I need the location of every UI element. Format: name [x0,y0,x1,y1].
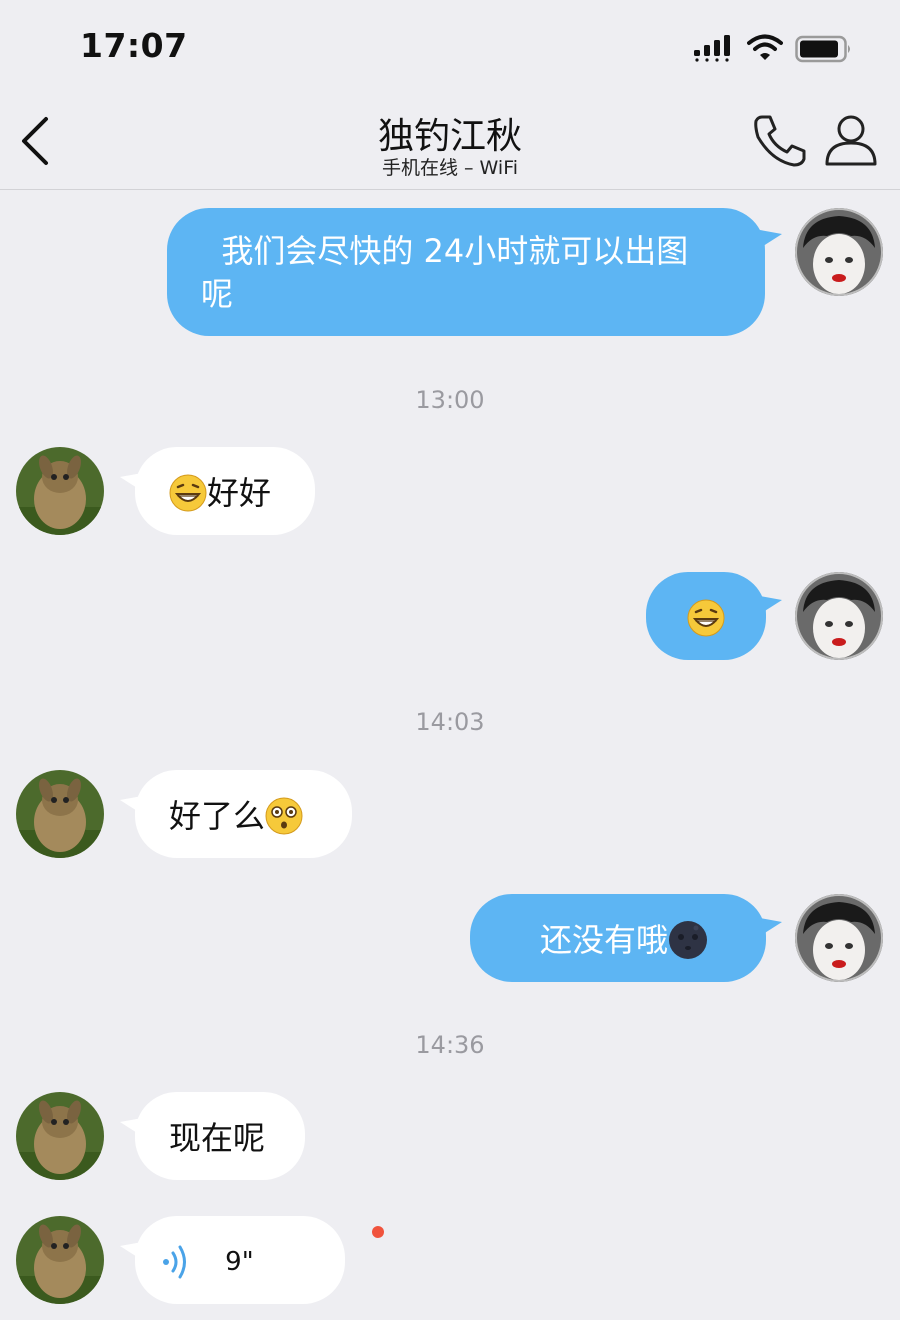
timestamp: 13:00 [415,386,485,414]
message-bubble-other[interactable]: 好了么 [135,770,352,858]
message-text: 现在呢 [169,1119,266,1157]
status-bar: 17:07 [0,0,900,95]
message-text: 好好 [207,474,272,512]
voice-message-bubble[interactable]: 9" [135,1216,345,1304]
new-moon-face-icon [669,921,708,959]
bubble-tail [760,918,782,936]
voice-wave-icon [163,1245,186,1279]
avatar-other[interactable] [16,1216,104,1304]
grinning-face-icon [687,599,725,637]
message-bubble-self[interactable]: 我们会尽快的 24小时就可以出图 呢 [167,208,765,336]
phone-icon[interactable] [750,113,810,169]
battery-icon [795,35,850,63]
chat-screen: 17:07 独钓江秋 手机在线 – WiFi 我们会尽快的 24小时就可以出图 … [0,0,900,1320]
avatar-self[interactable] [795,894,883,982]
message-bubble-self[interactable] [646,572,766,660]
timestamp: 14:36 [415,1031,485,1059]
message-text: 我们会尽快的 24小时就可以出图 [201,232,689,270]
status-time: 17:07 [80,26,188,65]
wifi-icon [747,34,783,60]
message-text: 呢 [201,275,234,313]
avatar-other[interactable] [16,1092,104,1180]
avatar-self[interactable] [795,572,883,660]
bubble-tail [760,596,782,614]
timestamp: 14:03 [415,708,485,736]
message-text: 好了么 [169,797,266,835]
voice-duration: 9" [225,1247,254,1277]
dizzy-face-icon [265,797,303,835]
chat-messages: 我们会尽快的 24小时就可以出图 呢 13:00 好好 14:03 好了么 还没… [0,190,900,1320]
avatar-other[interactable] [16,770,104,858]
avatar-self[interactable] [795,208,883,296]
profile-icon[interactable] [822,113,880,167]
nav-bar: 独钓江秋 手机在线 – WiFi [0,95,900,190]
grinning-face-icon [169,474,207,512]
unread-dot [372,1226,384,1238]
message-bubble-other[interactable]: 好好 [135,447,315,535]
message-text: 还没有哦 [540,921,669,959]
signal-icon [694,35,730,62]
bubble-tail [760,230,782,248]
message-bubble-self[interactable]: 还没有哦 [470,894,766,982]
avatar-other[interactable] [16,447,104,535]
message-bubble-other[interactable]: 现在呢 [135,1092,305,1180]
